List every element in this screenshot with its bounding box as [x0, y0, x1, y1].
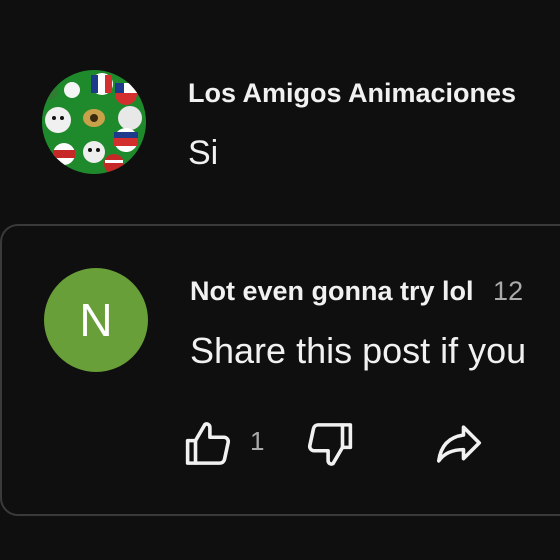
reply-author-name[interactable]: Los Amigos Animaciones: [188, 78, 516, 109]
comment-text: Share this post if you: [190, 330, 527, 371]
comments-screen: Los Amigos Animaciones Si N Not even gon…: [0, 0, 560, 560]
like-button[interactable]: [180, 416, 238, 472]
reply-row: Los Amigos Animaciones Si: [42, 70, 560, 180]
thumbs-up-icon: [185, 422, 231, 465]
commenter-avatar[interactable]: N: [44, 268, 148, 372]
like-count: 1: [250, 426, 265, 456]
channel-avatar[interactable]: [42, 70, 146, 174]
share-icon: [436, 425, 482, 463]
comment-timestamp[interactable]: 12: [493, 276, 523, 306]
comment-actions: 1: [180, 416, 560, 472]
reply-text: Si: [188, 134, 219, 172]
highlighted-comment-card: N Not even gonna try lol 12 Share this p…: [0, 224, 560, 516]
comment-author-name[interactable]: Not even gonna try lol: [190, 276, 474, 306]
comment-header: Not even gonna try lol 12: [190, 276, 523, 307]
share-button[interactable]: [430, 416, 488, 472]
thumbs-down-icon: [307, 423, 353, 466]
dislike-button[interactable]: [300, 416, 358, 472]
countryballs-avatar-icon: [42, 70, 146, 174]
